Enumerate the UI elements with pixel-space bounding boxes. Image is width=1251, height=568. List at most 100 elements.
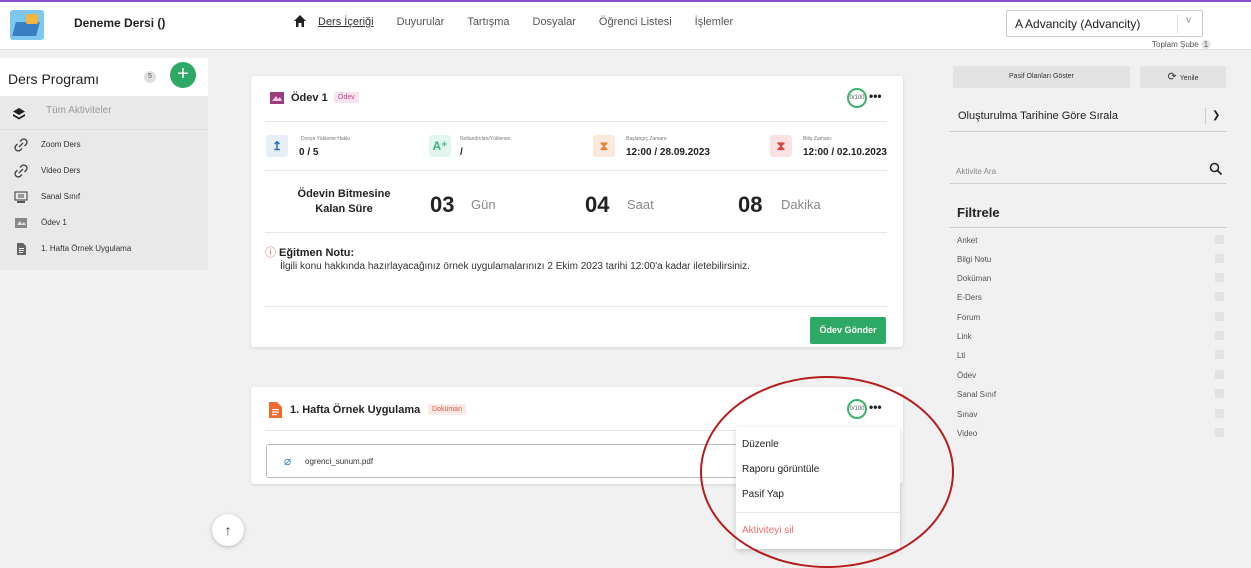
filter-item-anket[interactable]: Anket [957,234,1227,250]
assignment-title[interactable]: Ödev 1 [291,92,328,104]
document-icon [17,243,26,255]
tab-dosyalar[interactable]: Dosyalar [533,14,576,30]
filter-label: Forum [957,313,981,322]
countdown-days: 03 [430,192,455,217]
filter-label: E-Ders [957,293,982,302]
refresh-button[interactable]: ⟳ Yenile [1140,66,1226,88]
refresh-icon: ⟳ [1167,71,1177,83]
show-passive-button[interactable]: Pasif Olanları Göster [953,66,1130,88]
sidebar: Ders Programı 5 + Tüm Aktiviteler Zoom D… [0,58,208,270]
filter-item-bilgi-notu[interactable]: Bilgi Notu [957,253,1227,269]
tab-ogrenci-listesi[interactable]: Öğrenci Listesi [599,14,672,30]
start-time-value: 12:00 / 28.09.2023 [626,147,710,158]
end-time-label: Bitiş Zamanı: [803,136,833,142]
divider [265,232,887,233]
submit-assignment-button[interactable]: Ödev Gönder [810,317,886,344]
back-to-top-button[interactable]: ↑ [212,514,244,546]
refresh-label: Yenile [1179,75,1199,82]
document-title[interactable]: 1. Hafta Örnek Uygulama [290,404,420,416]
filter-checkbox[interactable] [1215,428,1224,437]
more-options-icon[interactable]: ••• [869,89,882,103]
sort-select-divider [1205,108,1206,124]
home-icon[interactable] [292,13,308,29]
filter-checkbox[interactable] [1215,292,1224,301]
sidebar-item-odev-1[interactable]: Ödev 1 [0,210,208,236]
divider [265,121,887,122]
branch-select-value: A Advancity (Advancity) [1015,17,1141,31]
tab-duyurular[interactable]: Duyurular [397,14,445,30]
assignment-icon [270,92,284,104]
filter-label: Video [957,429,978,438]
sidebar-item-label: Zoom Ders [41,140,81,149]
filter-checkbox[interactable] [1215,235,1224,244]
sidebar-item-zoom-ders[interactable]: Zoom Ders [0,132,208,158]
tab-ders-icerigi[interactable]: Ders İçeriği [318,14,374,30]
countdown-days-unit: Gün [471,197,496,212]
hourglass-start-icon: ⧗ [593,135,615,157]
tab-tartisma[interactable]: Tartışma [467,14,509,30]
filter-checkbox[interactable] [1215,254,1224,263]
upload-icon: ↥ [266,135,288,157]
search-icon[interactable] [1209,162,1223,176]
countdown-minutes: 08 [738,192,763,217]
sidebar-title: Ders Programı [8,71,100,87]
countdown-minutes-unit: Dakika [781,197,821,212]
filter-item-odev[interactable]: Ödev [957,369,1227,385]
instructor-note-title: ⓘ Eğitmen Notu: [265,244,354,260]
sort-select[interactable]: Oluşturulma Tarihine Göre Sırala ❯ [950,102,1226,132]
hourglass-end-icon: ⧗ [770,135,792,157]
graded-uploaded-label: Notlandırılan/Yüklenen [460,136,511,142]
filter-label: Lti [957,351,966,360]
file-name[interactable]: ogrenci_sunum.pdf [305,457,373,466]
filter-item-e-ders[interactable]: E-Ders [957,291,1227,307]
end-time-value: 12:00 / 02.10.2023 [803,147,887,158]
countdown-hours: 04 [585,192,610,217]
activity-search-input[interactable]: Aktivite Ara [950,160,1226,184]
total-branch-count: 1 [1200,40,1212,49]
filter-checkbox[interactable] [1215,273,1224,282]
filter-item-lti[interactable]: Lti [957,349,1227,365]
chevron-down-icon[interactable]: ❯ [1212,110,1220,121]
filter-checkbox[interactable] [1215,331,1224,340]
graded-uploaded-value: / [460,147,463,158]
sidebar-item-sanal-sinif[interactable]: Sanal Sınıf [0,184,208,210]
filter-item-sinav[interactable]: Sınav [957,408,1227,424]
filter-checkbox[interactable] [1215,312,1224,321]
sidebar-item-label: 1. Hafta Örnek Uygulama [41,244,132,253]
course-logo-icon[interactable] [10,10,44,40]
paperclip-icon: ⌀ [284,454,292,468]
filter-item-sanal-sinif[interactable]: Sanal Sınıf [957,388,1227,404]
top-bar: Deneme Dersi () Ders İçeriği Duyurular T… [0,0,1251,50]
document-icon [269,402,282,418]
filter-item-link[interactable]: Link [957,330,1227,346]
grade-icon: A⁺ [429,135,451,157]
filter-divider [950,227,1226,228]
instructor-note-text: İlgili konu hakkında hazırlayacağınız ör… [280,261,750,272]
filter-item-dokuman[interactable]: Doküman [957,272,1227,288]
chevron-down-icon[interactable]: ∨ [1185,15,1192,26]
total-branch-label: Toplam Şube [1152,40,1199,49]
assignment-icon [15,218,27,228]
filter-label: Bilgi Notu [957,255,992,264]
branch-select-divider [1177,15,1178,33]
sidebar-item-all-activities[interactable]: Tüm Aktiviteler [0,96,208,130]
sidebar-header: Ders Programı 5 + [0,58,208,96]
filter-checkbox[interactable] [1215,370,1224,379]
sort-select-value: Oluşturulma Tarihine Göre Sırala [958,110,1118,122]
filter-item-video[interactable]: Video [957,427,1227,443]
file-attachment[interactable]: ⌀ ogrenci_sunum.pdf [266,444,736,478]
filter-checkbox[interactable] [1215,389,1224,398]
divider [265,170,887,171]
filter-checkbox[interactable] [1215,409,1224,418]
upload-limit-value: 0 / 5 [299,147,319,158]
activity-type-badge: Ödev [334,92,359,103]
filter-label: Sanal Sınıf [957,390,997,399]
filter-checkbox[interactable] [1215,350,1224,359]
sidebar-item-label: Sanal Sınıf [41,192,81,201]
sidebar-item-1-hafta-ornek-uygulama[interactable]: 1. Hafta Örnek Uygulama [0,236,208,262]
add-activity-button[interactable]: + [170,62,196,88]
tab-islemler[interactable]: İşlemler [695,14,734,30]
sidebar-item-video-ders[interactable]: Video Ders [0,158,208,184]
filter-item-forum[interactable]: Forum [957,311,1227,327]
branch-select[interactable]: A Advancity (Advancity) ∨ [1006,10,1203,37]
